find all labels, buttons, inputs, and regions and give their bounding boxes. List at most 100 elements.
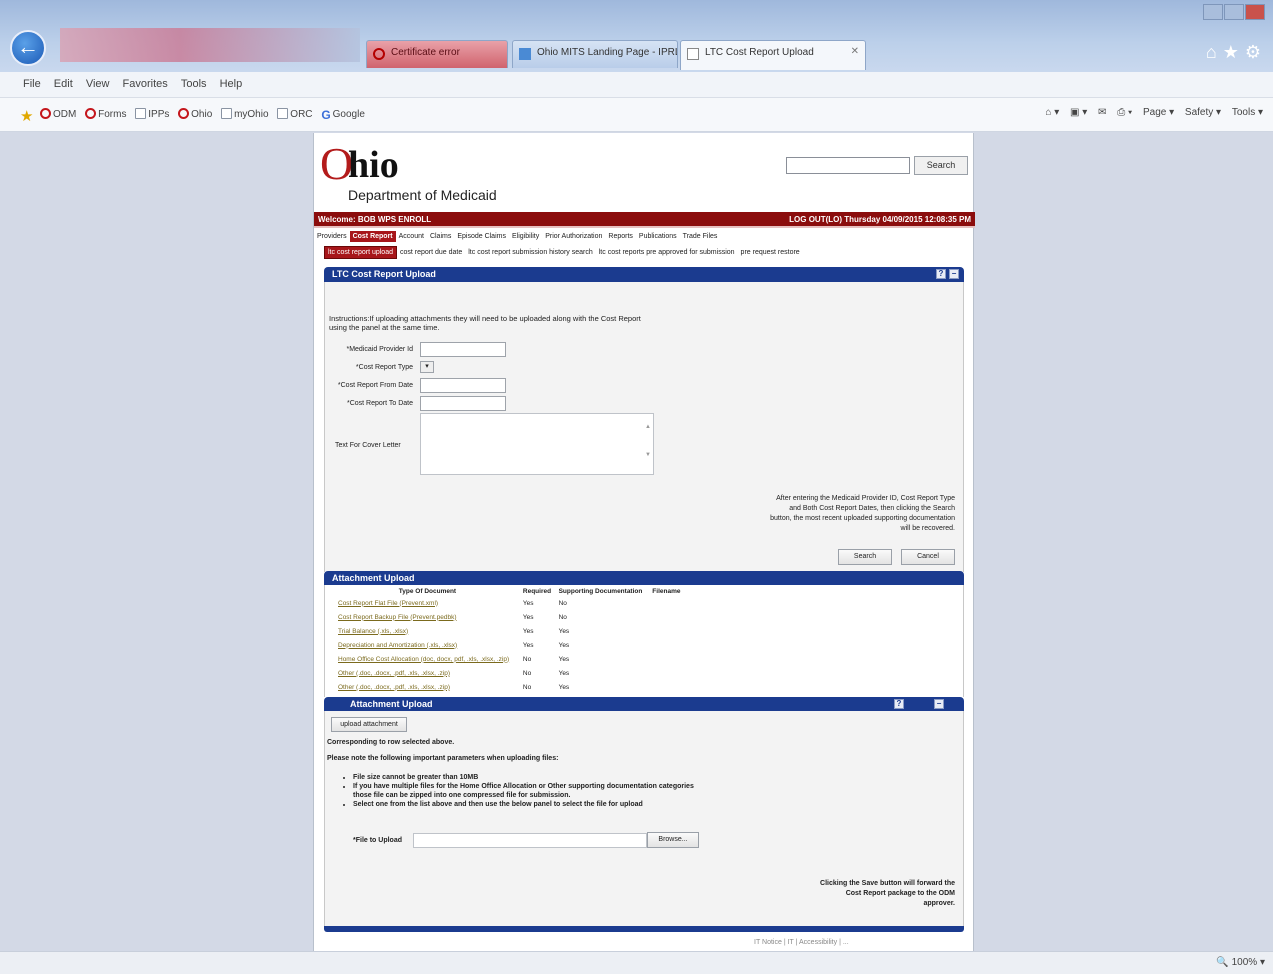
command-bar: ⌂ ▾ ▣ ▾ ✉ ⎙ ▾ Page ▾ Safety ▾ Tools ▾ [1037, 107, 1263, 118]
cost-report-type-row: *Cost Report Type ▾ [325, 360, 625, 376]
favorites-star-icon[interactable]: ★ [20, 107, 33, 125]
address-bar[interactable] [60, 28, 360, 62]
subnav-submission-history-search[interactable]: ltc cost report submission history searc… [465, 247, 596, 258]
home-dropdown-icon[interactable]: ⌂ ▾ [1045, 107, 1059, 118]
document-type-link[interactable]: Cost Report Flat File (Prevent.xml) [335, 596, 520, 610]
menu-help[interactable]: Help [215, 72, 248, 90]
nav-cost-report[interactable]: Cost Report [349, 231, 396, 242]
main-navigation: Providers Cost Report Account Claims Episode… [314, 231, 975, 245]
table-row[interactable]: Trial Balance (.xls, .xlsx) Yes Yes [335, 624, 685, 638]
menu-favorites[interactable]: Favorites [118, 72, 173, 90]
menu-file[interactable]: File [18, 72, 46, 90]
home-icon[interactable]: ⌂ [1206, 42, 1223, 62]
nav-eligibility[interactable]: Eligibility [509, 231, 542, 242]
nav-prior-authorization[interactable]: Prior Authorization [542, 231, 605, 242]
table-row[interactable]: Other (.doc, .docx, .pdf, .xls, .xlsx, .… [335, 680, 685, 694]
minimize-icon[interactable] [1203, 4, 1223, 20]
field-label: *Medicaid Provider Id [346, 346, 413, 353]
browser-toolbar-icons: ⌂★⚙ [1206, 42, 1267, 63]
site-search-input[interactable] [786, 157, 910, 174]
nav-publications[interactable]: Publications [636, 231, 680, 242]
favorite-odm[interactable]: ODM [40, 108, 76, 120]
favorite-ipps[interactable]: IPPs [135, 108, 169, 120]
menu-tools[interactable]: Tools [176, 72, 212, 90]
tab-certificate-error[interactable]: Certificate error [366, 40, 508, 68]
nav-reports[interactable]: Reports [605, 231, 636, 242]
collapse-icon[interactable]: − [949, 269, 959, 279]
favorite-ohio[interactable]: Ohio [178, 108, 212, 120]
document-type-link[interactable]: Depreciation and Amortization (.xls, .xl… [335, 638, 520, 652]
search-button[interactable]: Search [838, 549, 892, 565]
required-cell: Yes [522, 599, 534, 607]
supporting-cell: Yes [558, 683, 570, 691]
close-window-icon[interactable] [1245, 4, 1265, 20]
cost-report-from-date-input[interactable] [420, 378, 506, 393]
document-type-link[interactable]: Other (.doc, .docx, .pdf, .xls, .xlsx, .… [335, 680, 520, 694]
panel-title: LTC Cost Report Upload [332, 269, 436, 279]
collapse-icon[interactable]: − [934, 699, 944, 709]
safety-menu[interactable]: Safety ▾ [1185, 107, 1221, 118]
menu-edit[interactable]: Edit [49, 72, 78, 90]
ohio-o-icon [40, 108, 51, 119]
cancel-button[interactable]: Cancel [901, 549, 955, 565]
nav-claims[interactable]: Claims [427, 231, 454, 242]
nav-providers[interactable]: Providers [314, 231, 350, 242]
page-icon [687, 48, 699, 60]
subnav-pre-approved[interactable]: ltc cost reports pre approved for submis… [596, 247, 738, 258]
cost-report-type-select[interactable]: ▾ [420, 361, 434, 373]
cost-report-to-date-input[interactable] [420, 396, 506, 411]
logout-datetime[interactable]: LOG OUT(LO) Thursday 04/09/2015 12:08:35… [789, 215, 971, 224]
ohio-medicaid-logo[interactable]: O hio Department of Medicaid [318, 141, 508, 204]
tab-label: LTC Cost Report Upload [705, 47, 814, 58]
nav-episode-claims[interactable]: Episode Claims [454, 231, 509, 242]
help-icon[interactable]: ? [894, 699, 904, 709]
favorite-orc[interactable]: ORC [277, 108, 313, 120]
close-tab-icon[interactable]: ✕ [851, 46, 859, 57]
back-arrow-icon[interactable]: ← [10, 30, 46, 66]
document-type-link[interactable]: Cost Report Backup File (Prevent.pedbk) [335, 610, 520, 624]
favorite-myohio[interactable]: myOhio [221, 108, 269, 120]
nav-trade-files[interactable]: Trade Files [680, 231, 721, 242]
table-row[interactable]: Home Office Cost Allocation (doc, docx, … [335, 652, 685, 666]
tools-menu[interactable]: Tools ▾ [1232, 107, 1263, 118]
help-icon[interactable]: ? [936, 269, 946, 279]
page-icon [277, 108, 289, 119]
table-row[interactable]: Other (.doc, .docx, .pdf, .xls, .xlsx, .… [335, 666, 685, 680]
list-item: Select one from the list above and then … [353, 800, 703, 809]
favorite-forms[interactable]: Forms [85, 108, 126, 120]
favorites-star-icon[interactable]: ★ [1223, 42, 1245, 62]
zoom-level[interactable]: 🔍 100% ▾ [1216, 957, 1265, 968]
table-row[interactable]: Depreciation and Amortization (.xls, .xl… [335, 638, 685, 652]
document-type-link[interactable]: Other (.doc, .docx, .pdf, .xls, .xlsx, .… [335, 666, 520, 680]
favorite-google[interactable]: G Google [321, 108, 365, 122]
page-menu[interactable]: Page ▾ [1143, 107, 1174, 118]
cover-letter-textarea[interactable] [420, 413, 654, 475]
gear-icon[interactable]: ⚙ [1245, 42, 1267, 62]
print-icon[interactable]: ⎙ ▾ [1117, 107, 1132, 118]
file-to-upload-input[interactable] [413, 833, 647, 848]
feeds-icon[interactable]: ▣ ▾ [1070, 107, 1087, 118]
document-type-link[interactable]: Home Office Cost Allocation (doc, docx, … [335, 652, 520, 666]
menu-view[interactable]: View [81, 72, 115, 90]
supporting-cell: Yes [558, 669, 570, 677]
subnav-cost-report-due-date[interactable]: cost report due date [397, 247, 465, 258]
mail-icon[interactable]: ✉ [1098, 107, 1106, 118]
upload-attachment-button[interactable]: upload attachment [331, 717, 407, 732]
table-row[interactable]: Cost Report Flat File (Prevent.xml) Yes No [335, 596, 685, 610]
tab-ohio-mits[interactable]: Ohio MITS Landing Page - IPRL... [512, 40, 678, 68]
maximize-icon[interactable] [1224, 4, 1244, 20]
site-search-button[interactable]: Search [914, 156, 968, 175]
supporting-cell: No [558, 613, 567, 621]
table-row[interactable]: Cost Report Backup File (Prevent.pedbk) Y… [335, 610, 685, 624]
footer-links[interactable]: IT Notice | IT | Accessibility | ... [754, 939, 849, 946]
tab-ltc-cost-report-upload[interactable]: LTC Cost Report Upload ✕ [680, 40, 866, 70]
document-type-link[interactable]: Trial Balance (.xls, .xlsx) [335, 624, 520, 638]
browse-button[interactable]: Browse... [647, 832, 699, 848]
search-hint-text: After entering the Medicaid Provider ID,… [770, 495, 955, 532]
filename-cell [649, 652, 685, 666]
nav-account[interactable]: Account [396, 231, 427, 242]
subnav-ltc-cost-report-upload[interactable]: ltc cost report upload [324, 246, 397, 259]
medicaid-provider-id-input[interactable] [420, 342, 506, 357]
subnav-pre-request-restore[interactable]: pre request restore [738, 247, 803, 258]
tab-label: Ohio MITS Landing Page - IPRL... [537, 47, 678, 58]
